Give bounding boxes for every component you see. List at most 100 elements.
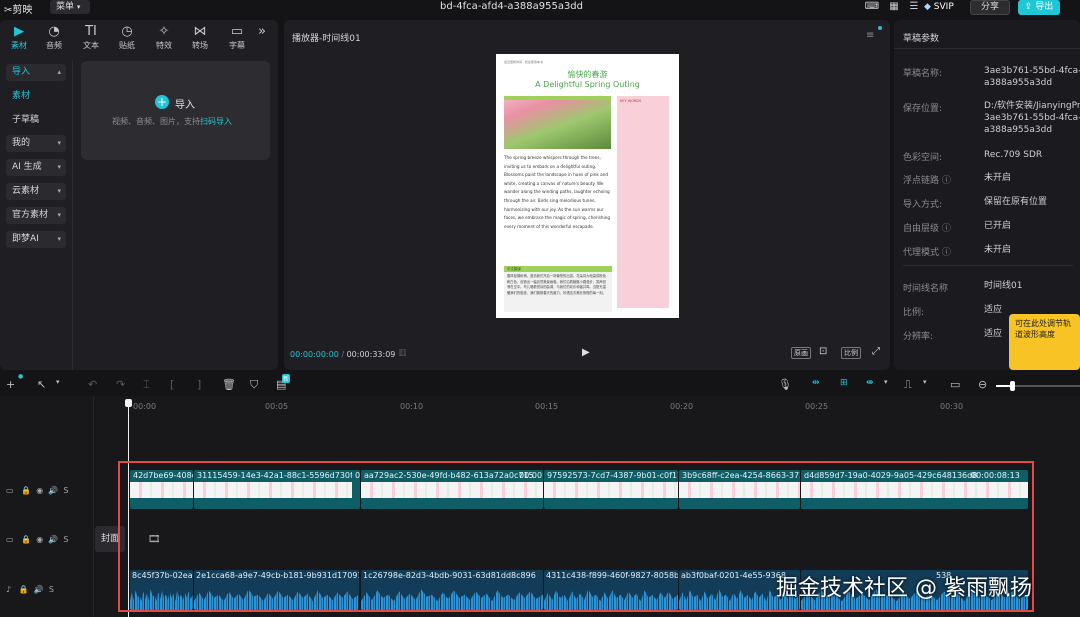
tab-audio[interactable]: ◔ 音频 (37, 24, 71, 51)
transition-icon: ⋈ (193, 24, 207, 39)
zoom-slider[interactable] (996, 381, 1080, 391)
video-clip[interactable]: 0( (352, 470, 360, 509)
audio-clip[interactable]: 2e1cca68-a9e7-49cb-b181-9b931d170914 (194, 570, 359, 610)
link-icon[interactable]: ⇼ (866, 378, 874, 388)
menu-icon[interactable]: ≡ (866, 30, 874, 41)
category-mine[interactable]: 我的 ▾ (6, 135, 66, 152)
app-logo: ✂剪映 (4, 1, 32, 16)
text-icon: TI (85, 24, 97, 39)
microphone-icon[interactable]: 🎙 (778, 378, 792, 391)
audio-clip[interactable]: 8c45f37b-02ea-4 (130, 570, 193, 610)
video-clip[interactable]: d4d859d7-19a0-4029-9a05-429c648136d8 00:0… (801, 470, 1028, 509)
scan-import-link[interactable]: 扫码导入 (200, 117, 232, 126)
redo-icon[interactable]: ↷ (116, 378, 125, 391)
auto-snap-icon[interactable]: ⊞ (840, 378, 848, 388)
fullscreen-icon[interactable]: ⤢ (872, 346, 880, 357)
playhead[interactable] (128, 402, 129, 617)
category-import[interactable]: 导入 ▴ (6, 64, 66, 81)
share-button[interactable]: 分享 (970, 0, 1010, 15)
zoom-slider-handle[interactable] (1010, 381, 1015, 391)
ruler-label: 00:15 (535, 402, 559, 411)
chevron-down-icon[interactable]: ▾ (923, 378, 927, 386)
video-clip[interactable]: 97592573-7cd7-4387-9b01-c0f17d1e (544, 470, 678, 509)
cover-button[interactable]: 封面 (95, 526, 125, 552)
eye-icon[interactable]: ◉ (36, 535, 43, 544)
tab-sticker[interactable]: ◷ 贴纸 (110, 24, 144, 51)
delete-icon[interactable]: 🗑 (222, 378, 236, 391)
menu-button[interactable]: 菜单 ▾ (50, 0, 90, 14)
category-official[interactable]: 官方素材 ▾ (6, 207, 66, 224)
settings-icon[interactable]: ☰ (906, 1, 922, 13)
tab-subtitle[interactable]: ▭ 字幕 (220, 24, 254, 51)
cursor-icon[interactable]: ↖ (37, 378, 46, 391)
doc-cn-box-title: 中文翻译 (504, 266, 612, 272)
tab-text[interactable]: TI 文本 (74, 24, 108, 51)
split-left-icon[interactable]: [ (170, 378, 174, 391)
category-label: 导入 (12, 67, 31, 77)
ruler-label: 00:05 (265, 402, 289, 411)
original-quality-button[interactable]: 原画 (791, 347, 811, 359)
split-right-icon[interactable]: ] (197, 378, 201, 391)
solo-icon[interactable]: S (63, 535, 68, 544)
eye-icon[interactable]: ◉ (36, 486, 43, 495)
doc-cn-box: 中文翻译 春风轻拂树梢，邀请我们开启一场愉快的出游。花朵将大地染成粉色和白色，创… (504, 266, 612, 312)
split-icon[interactable]: ⌶ (143, 378, 150, 392)
category-jimeng-ai[interactable]: 即梦AI ▾ (6, 231, 66, 248)
add-track-icon[interactable]: + (6, 378, 15, 391)
volume-icon[interactable]: 🔊 (48, 486, 58, 495)
import-title: 导入 (175, 100, 195, 111)
preview-axis-icon[interactable]: ⎍ (904, 378, 912, 392)
lock-icon[interactable]: 🔒 (21, 486, 31, 495)
param-value: 未开启 (984, 245, 1012, 255)
export-button[interactable]: ⇪ 导出 (1018, 0, 1060, 15)
category-material[interactable]: 素材 (6, 88, 66, 105)
category-sub-draft[interactable]: 子草稿 (6, 112, 66, 129)
category-ai-generate[interactable]: AI 生成 ▾ (6, 159, 66, 176)
zoom-out-icon[interactable]: ⊖ (978, 378, 987, 391)
tab-label: 字幕 (229, 41, 245, 50)
video-clip[interactable]: 42d7be69-408c (130, 470, 193, 509)
video-clip[interactable]: 3b9c68ff-c2ea-4254-8663-37345 (679, 470, 800, 509)
video-clip[interactable]: aa729ac2-530e-49fd-b482-613a72a0c715 00:0… (361, 470, 543, 509)
playhead-handle[interactable] (125, 399, 132, 407)
tab-media[interactable]: ▶ 素材 (2, 24, 36, 51)
lock-icon[interactable]: 🔒 (19, 585, 29, 594)
monitor-icon[interactable]: ▭ (950, 378, 960, 391)
tab-label: 贴纸 (119, 41, 135, 50)
svip-badge[interactable]: ◆ SVIP (924, 0, 954, 14)
clip-thumbnails (194, 482, 359, 498)
solo-icon[interactable]: S (63, 486, 68, 495)
more-tabs-button[interactable]: » (252, 24, 272, 40)
shield-icon[interactable]: ⛉ (250, 378, 258, 392)
tab-label: 转场 (192, 41, 208, 50)
audio-waveform (130, 589, 193, 610)
tab-effects[interactable]: ✧ 特效 (147, 24, 181, 51)
import-dropzone[interactable]: + 导入 视频、音频、图片，支持扫码导入 (81, 61, 270, 160)
clip-label: 3b9c68ff-c2ea-4254-8663-37345 (682, 471, 800, 480)
category-cloud[interactable]: 云素材 ▾ (6, 183, 66, 200)
grid-icon[interactable]: ▥ (398, 348, 407, 358)
doc-side-title: KEY WORDS (620, 99, 642, 103)
play-button[interactable]: ▶ (582, 347, 590, 358)
lock-icon[interactable]: 🔒 (21, 535, 31, 544)
chevron-down-icon[interactable]: ▾ (56, 378, 60, 386)
doc-title-en: A Delightful Spring Outing (535, 80, 640, 89)
volume-icon[interactable]: 🔊 (34, 585, 44, 594)
screenshot-icon[interactable]: ⊡ (819, 346, 827, 357)
ruler-label: 00:25 (805, 402, 829, 411)
video-clip[interactable]: 31115459-14e3-42a1-88c1-5596d730fe81 (194, 470, 359, 509)
keyboard-icon[interactable]: ⌨ (864, 1, 880, 13)
audio-clip[interactable]: 4311c438-f899-460f-9827-8058b5b9 (544, 570, 678, 610)
chevron-down-icon: ▾ (57, 163, 61, 171)
chevron-down-icon[interactable]: ▾ (884, 378, 888, 386)
ratio-button[interactable]: 比例 (841, 347, 861, 359)
volume-icon[interactable]: 🔊 (48, 535, 58, 544)
solo-icon[interactable]: S (49, 585, 54, 594)
audio-waveform (361, 589, 543, 610)
layout-icon[interactable]: ▦ (886, 1, 902, 13)
tab-transition[interactable]: ⋈ 转场 (183, 24, 217, 51)
main-track-magnet-icon[interactable]: ⇹ (812, 378, 820, 388)
audio-waveform (544, 589, 678, 610)
audio-clip[interactable]: 1c26798e-82d3-4bdb-9031-63d81dd8c896 (361, 570, 543, 610)
undo-icon[interactable]: ↶ (88, 378, 97, 391)
